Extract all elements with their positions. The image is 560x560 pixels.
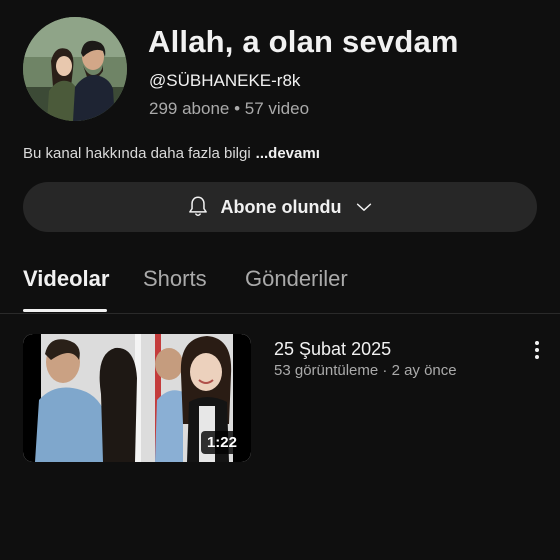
channel-stats: 299 abone • 57 video (149, 99, 310, 118)
bell-icon (188, 196, 207, 217)
channel-about[interactable]: Bu kanal hakkında daha fazla bilgi ...dev… (23, 145, 320, 162)
channel-handle: @SÜBHANEKE-r8k (149, 71, 301, 90)
video-title[interactable]: 25 Şubat 2025 (274, 339, 391, 360)
active-tab-indicator (23, 309, 107, 312)
video-thumbnail[interactable]: 1:22 (23, 334, 251, 462)
tabs-divider (0, 313, 560, 314)
subscribed-label: Abone olundu (220, 196, 342, 217)
about-text: Bu kanal hakkında daha fazla bilgi (23, 145, 251, 162)
tab-shorts[interactable]: Shorts (143, 266, 207, 292)
more-options-icon[interactable] (526, 338, 548, 362)
channel-tabs: Videolar Shorts Gönderiler (0, 262, 560, 314)
chevron-down-icon (357, 203, 372, 211)
video-duration-badge: 1:22 (200, 431, 243, 454)
about-more-link[interactable]: ...devamı (256, 145, 320, 162)
avatar-image (23, 17, 127, 121)
video-meta: 53 görüntüleme · 2 ay önce (274, 362, 457, 379)
subscribed-button[interactable]: Abone olundu (23, 182, 537, 232)
video-list-item[interactable]: 1:22 25 Şubat 2025 53 görüntüleme · 2 ay… (0, 334, 560, 464)
tab-posts[interactable]: Gönderiler (245, 266, 348, 292)
channel-page: Allah, a olan sevdam @SÜBHANEKE-r8k 299 … (0, 0, 560, 560)
tab-videos[interactable]: Videolar (23, 266, 109, 292)
channel-avatar[interactable] (23, 17, 127, 121)
channel-title: Allah, a olan sevdam (148, 24, 459, 59)
